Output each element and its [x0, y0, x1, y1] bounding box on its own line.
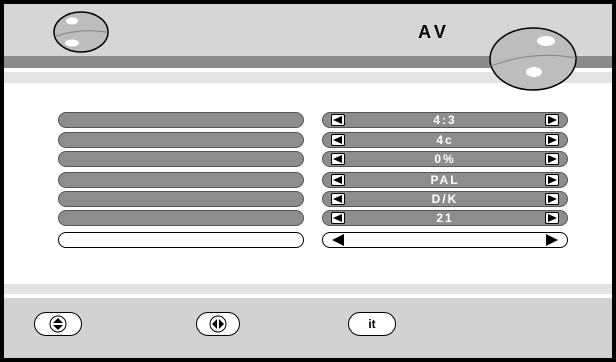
menu-row-value[interactable]: 21 [322, 210, 568, 226]
globe-icon [53, 11, 109, 53]
menu-row-channel[interactable]: 21 [58, 210, 568, 226]
up-down-button[interactable] [34, 312, 82, 336]
menu-row-selected[interactable] [58, 232, 568, 248]
arrow-left-icon[interactable] [331, 174, 345, 186]
menu-row-label [58, 232, 304, 248]
av-menu-screen: AV 4:3 4c 0% PAL D/K 21 it [0, 0, 616, 362]
arrow-right-icon[interactable] [545, 153, 559, 165]
info-button[interactable]: it [348, 312, 396, 336]
row-value-text: 21 [436, 211, 454, 225]
arrow-right-icon[interactable] [545, 174, 559, 186]
arrow-right-icon[interactable] [545, 114, 559, 126]
row-value-text: PAL [430, 173, 460, 187]
arrow-left-icon[interactable] [331, 212, 345, 224]
up-down-arrows-icon [49, 315, 67, 333]
arrow-left-icon[interactable] [331, 234, 345, 246]
menu-row-aspect[interactable]: 4:3 [58, 112, 568, 128]
menu-row-label [58, 172, 304, 188]
row-value-text: 0% [434, 152, 456, 166]
footer-divider [4, 284, 612, 294]
arrow-left-icon[interactable] [331, 153, 345, 165]
menu-row-label [58, 151, 304, 167]
arrow-right-icon[interactable] [545, 234, 559, 246]
menu-row-color[interactable]: 4c [58, 132, 568, 148]
left-right-arrows-icon [209, 315, 227, 333]
left-right-button[interactable] [196, 312, 240, 336]
menu-row-value[interactable]: PAL [322, 172, 568, 188]
menu-row-label [58, 112, 304, 128]
arrow-left-icon[interactable] [331, 134, 345, 146]
menu-row-value[interactable]: 4c [322, 132, 568, 148]
menu-row-value[interactable]: 4:3 [322, 112, 568, 128]
menu-row-label [58, 210, 304, 226]
row-value-text: D/K [431, 192, 459, 206]
row-value-text [353, 233, 537, 247]
footer-bar: it [4, 298, 612, 358]
menu-row-value[interactable]: 0% [322, 151, 568, 167]
menu-row-sound-system[interactable]: D/K [58, 191, 568, 207]
menu-row-level[interactable]: 0% [58, 151, 568, 167]
menu-row-label [58, 132, 304, 148]
menu-row-color-system[interactable]: PAL [58, 172, 568, 188]
row-value-text: 4c [436, 133, 454, 147]
arrow-right-icon[interactable] [545, 212, 559, 224]
arrow-right-icon[interactable] [545, 134, 559, 146]
menu-row-label [58, 191, 304, 207]
page-title: AV [418, 22, 450, 42]
arrow-right-icon[interactable] [545, 193, 559, 205]
menu-row-value[interactable]: D/K [322, 191, 568, 207]
arrow-left-icon[interactable] [331, 114, 345, 126]
arrow-left-icon[interactable] [331, 193, 345, 205]
row-value-text: 4:3 [433, 113, 457, 127]
menu-row-value[interactable] [322, 232, 568, 248]
globe-icon [489, 27, 577, 91]
